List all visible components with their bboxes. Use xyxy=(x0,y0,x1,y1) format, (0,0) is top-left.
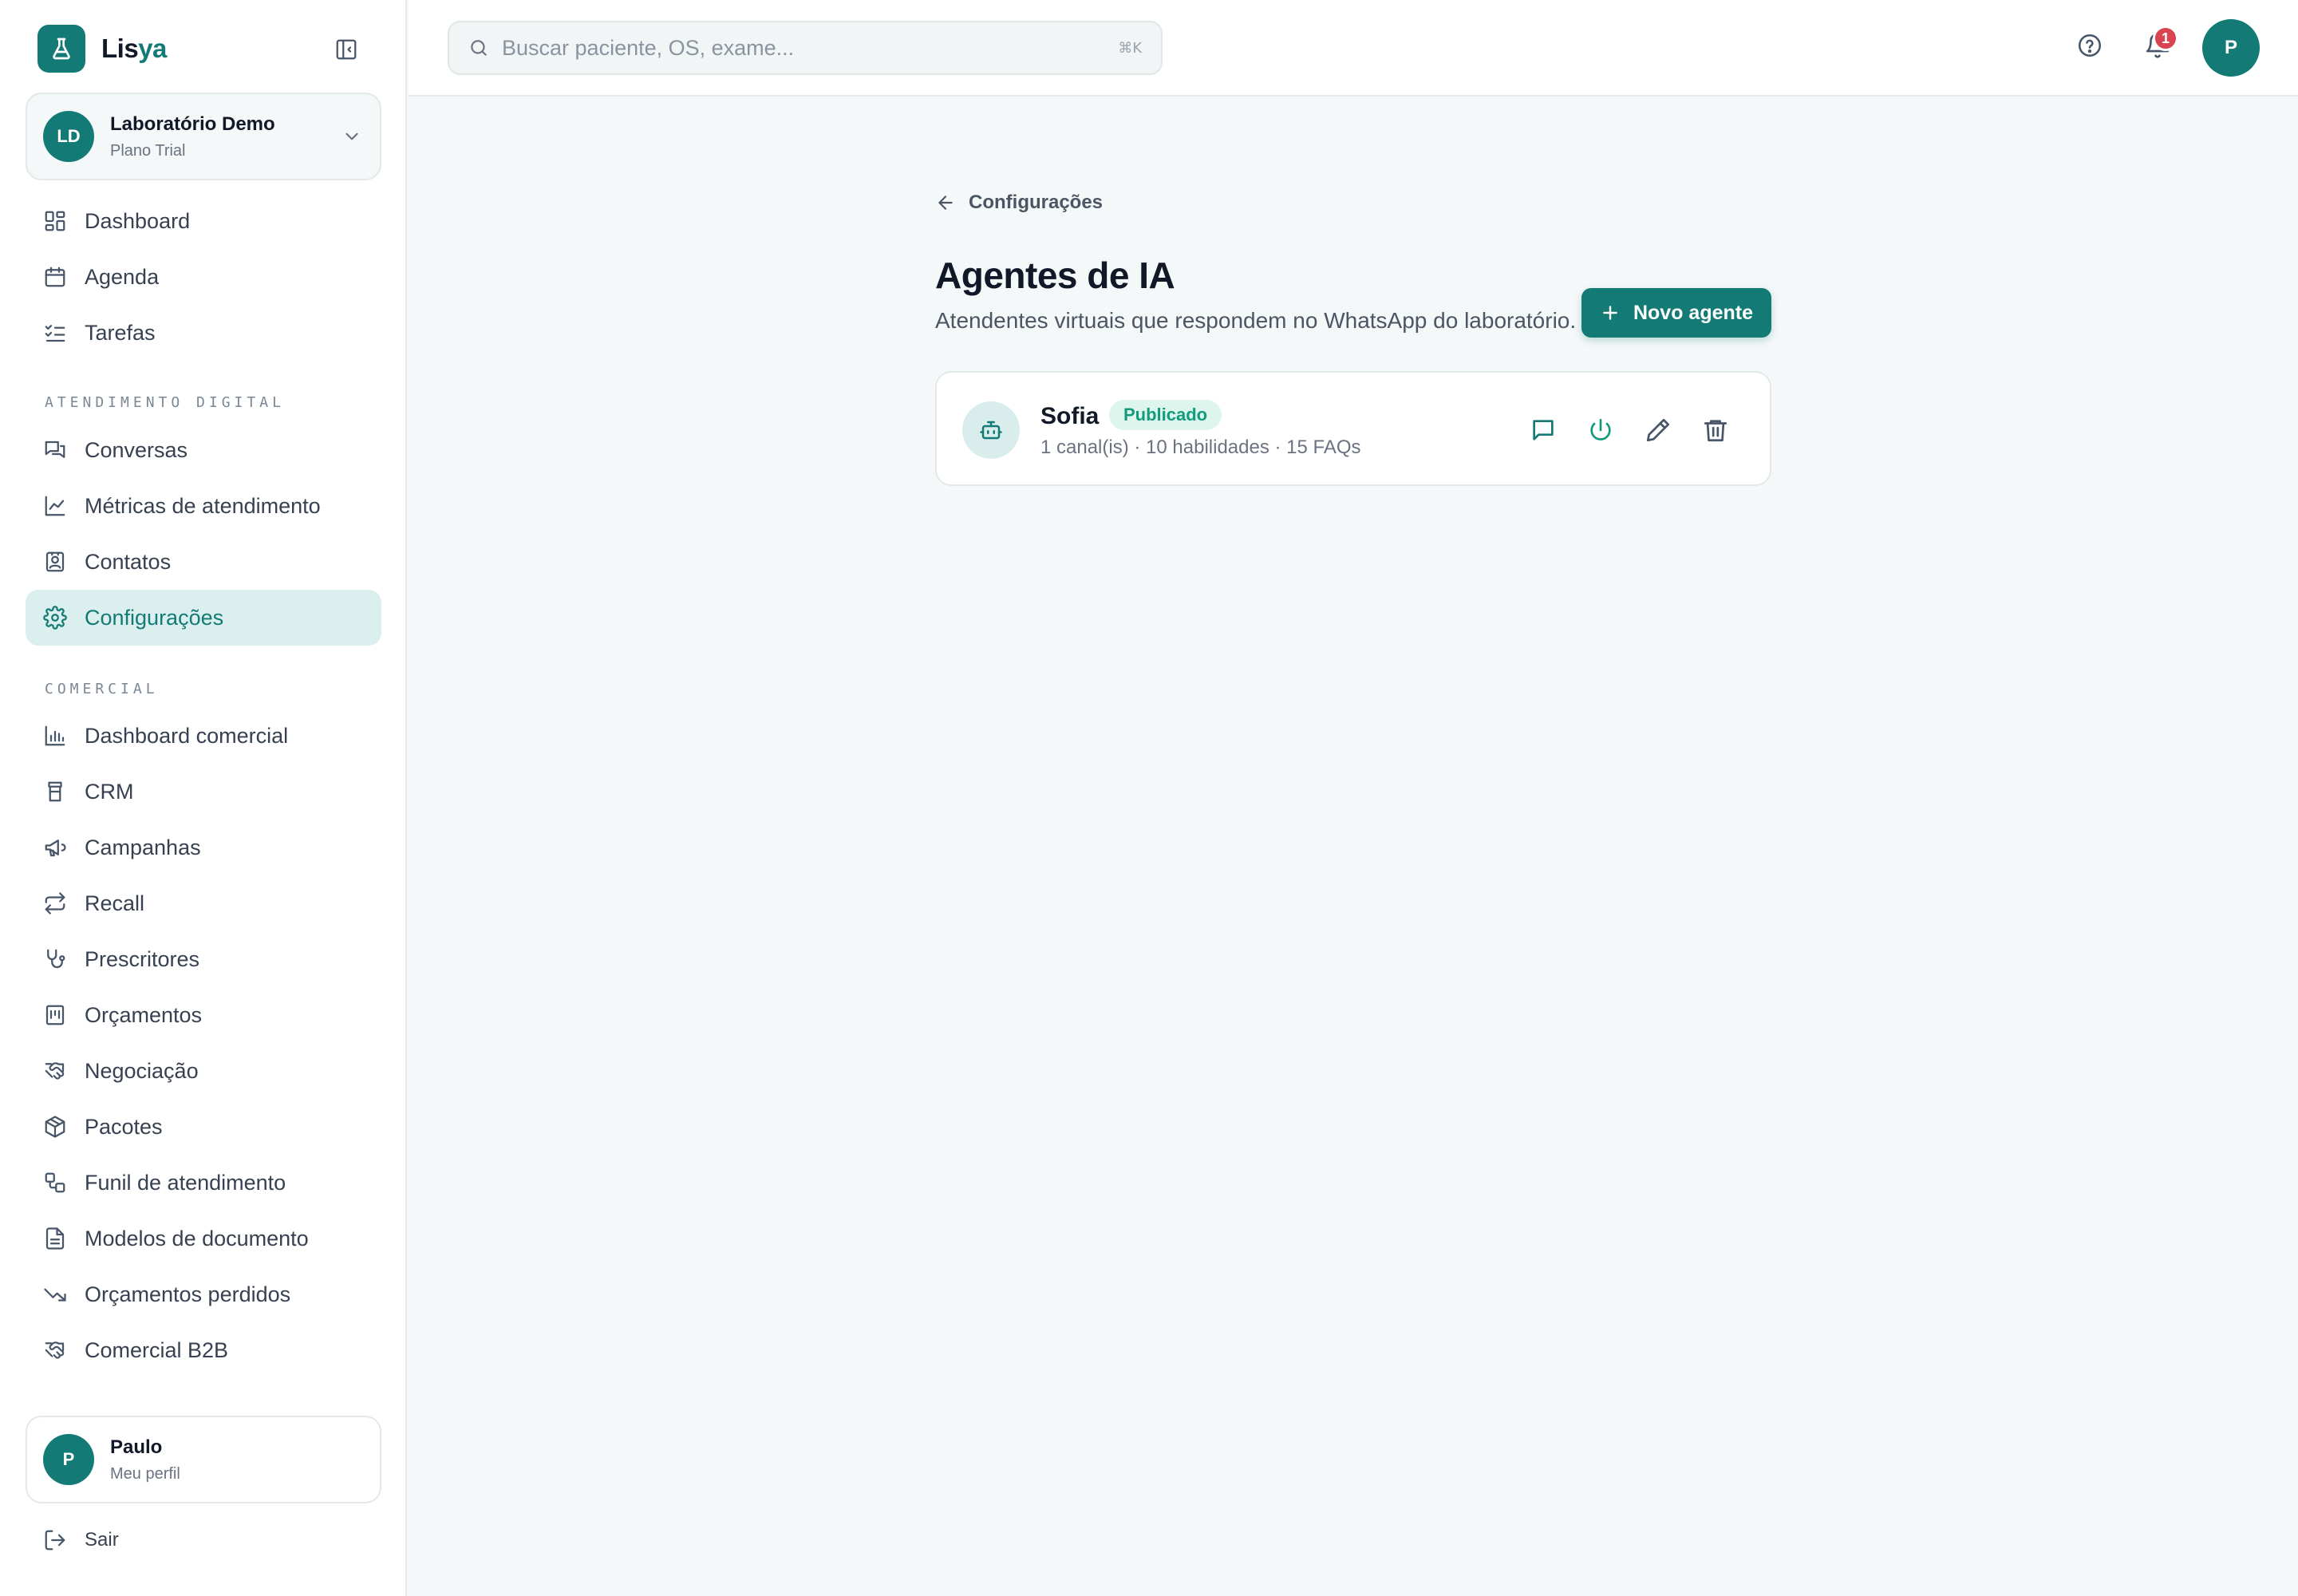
nav-item-funil[interactable]: Funil de atendimento xyxy=(26,1155,381,1211)
document-icon xyxy=(43,1227,67,1250)
brand[interactable]: Lisya xyxy=(38,25,167,73)
section-title-atendimento: ATENDIMENTO DIGITAL xyxy=(45,394,285,411)
chats-icon xyxy=(43,438,67,462)
nav-item-dashboard-comercial[interactable]: Dashboard comercial xyxy=(26,708,381,764)
arrow-left-icon xyxy=(938,196,953,210)
organization-switcher[interactable]: LD Laboratório Demo Plano Trial xyxy=(26,93,381,180)
profile-name: Paulo xyxy=(110,1436,163,1458)
pencil-icon xyxy=(1646,418,1670,442)
agent-edit-button[interactable] xyxy=(1642,414,1674,446)
nav-commercial: Dashboard comercial CRM Campanhas Recall… xyxy=(26,708,381,1378)
plus-icon xyxy=(1603,306,1617,320)
section-title-comercial: COMERCIAL xyxy=(45,681,159,697)
nav-item-configuracoes[interactable]: Configurações xyxy=(26,590,381,646)
stethoscope-icon xyxy=(43,947,67,971)
agent-delete-button[interactable] xyxy=(1700,414,1731,446)
page-title: Agentes de IA xyxy=(935,255,1175,296)
nav-item-contatos[interactable]: Contatos xyxy=(26,534,381,590)
agent-actions xyxy=(1502,414,1731,446)
package-icon xyxy=(43,1115,67,1139)
checklist-icon xyxy=(43,321,67,345)
notification-badge: 1 xyxy=(2153,26,2178,51)
megaphone-icon xyxy=(43,836,67,859)
panel-left-icon xyxy=(336,39,357,60)
nav-item-recall[interactable]: Recall xyxy=(26,875,381,931)
nav-item-orcamentos[interactable]: Orçamentos xyxy=(26,987,381,1043)
logout-button[interactable]: Sair xyxy=(43,1528,119,1552)
page-subtitle: Atendentes virtuais que respondem no Wha… xyxy=(935,308,1577,333)
org-name: Laboratório Demo xyxy=(110,113,275,135)
nav-item-comercial-b2b[interactable]: Comercial B2B xyxy=(26,1322,381,1378)
nav-item-campanhas[interactable]: Campanhas xyxy=(26,820,381,875)
search-icon xyxy=(471,40,487,56)
agent-chat-button[interactable] xyxy=(1527,414,1559,446)
repeat-icon xyxy=(43,891,67,915)
nav-item-pacotes[interactable]: Pacotes xyxy=(26,1099,381,1155)
nav-item-tarefas[interactable]: Tarefas xyxy=(26,305,381,361)
line-chart-icon xyxy=(43,494,67,518)
gear-icon xyxy=(43,606,67,630)
nav-item-agenda[interactable]: Agenda xyxy=(26,249,381,305)
profile-card[interactable]: P Paulo Meu perfil xyxy=(26,1416,381,1503)
help-circle-icon xyxy=(2078,34,2102,57)
nav-item-dashboard[interactable]: Dashboard xyxy=(26,193,381,249)
workflow-icon xyxy=(43,1171,67,1195)
nav-item-prescritores[interactable]: Prescritores xyxy=(26,931,381,987)
handshake-icon xyxy=(43,1338,67,1362)
search-box[interactable]: ⌘K xyxy=(448,21,1163,75)
nav-digital: Conversas Métricas de atendimento Contat… xyxy=(26,422,381,646)
nav-item-negociacao[interactable]: Negociação xyxy=(26,1043,381,1099)
power-icon xyxy=(1590,418,1611,440)
agent-toggle-power-button[interactable] xyxy=(1585,414,1617,446)
crm-icon xyxy=(43,780,67,804)
profile-subtitle: Meu perfil xyxy=(110,1464,180,1483)
user-avatar-button[interactable]: P xyxy=(2202,19,2260,77)
nav-main: Dashboard Agenda Tarefas xyxy=(26,193,381,361)
sidebar: Lisya LD Laboratório Demo Plano Trial Da… xyxy=(0,0,407,1596)
brand-name: Lisya xyxy=(101,34,167,63)
collapse-sidebar-button[interactable] xyxy=(330,35,362,64)
topbar: ⌘K 1 P xyxy=(409,0,2298,97)
trending-down-icon xyxy=(43,1282,67,1306)
contacts-icon xyxy=(43,550,67,574)
search-shortcut: ⌘K xyxy=(1118,40,1142,57)
trash-icon xyxy=(1704,420,1727,442)
back-link[interactable]: Configurações xyxy=(935,192,1103,214)
avatar: P xyxy=(43,1434,94,1485)
status-badge: Publicado xyxy=(1109,400,1222,430)
dashboard-icon xyxy=(43,209,67,233)
search-input[interactable] xyxy=(502,35,1108,61)
nav-item-modelos[interactable]: Modelos de documento xyxy=(26,1211,381,1266)
agent-card: Sofia Publicado 1 canal(is) · 10 habilid… xyxy=(935,371,1771,486)
calendar-icon xyxy=(43,265,67,289)
flask-icon xyxy=(38,25,85,73)
chevron-down-icon xyxy=(345,132,358,140)
nav-item-conversas[interactable]: Conversas xyxy=(26,422,381,478)
new-agent-button[interactable]: Novo agente xyxy=(1581,288,1771,338)
agent-meta: 1 canal(is) · 10 habilidades · 15 FAQs xyxy=(1040,437,1361,458)
logout-icon xyxy=(45,1530,65,1551)
help-button[interactable] xyxy=(2076,32,2103,59)
org-avatar: LD xyxy=(43,111,94,162)
org-plan: Plano Trial xyxy=(110,141,186,160)
message-square-icon xyxy=(1533,420,1554,440)
agent-name: Sofia xyxy=(1040,403,1100,429)
nav-item-crm[interactable]: CRM xyxy=(26,764,381,820)
receipt-icon xyxy=(43,1003,67,1027)
bot-icon xyxy=(962,401,1020,459)
handshake-icon xyxy=(43,1059,67,1083)
nav-item-orcamentos-perdidos[interactable]: Orçamentos perdidos xyxy=(26,1266,381,1322)
bar-chart-icon xyxy=(43,724,67,748)
nav-item-metricas[interactable]: Métricas de atendimento xyxy=(26,478,381,534)
